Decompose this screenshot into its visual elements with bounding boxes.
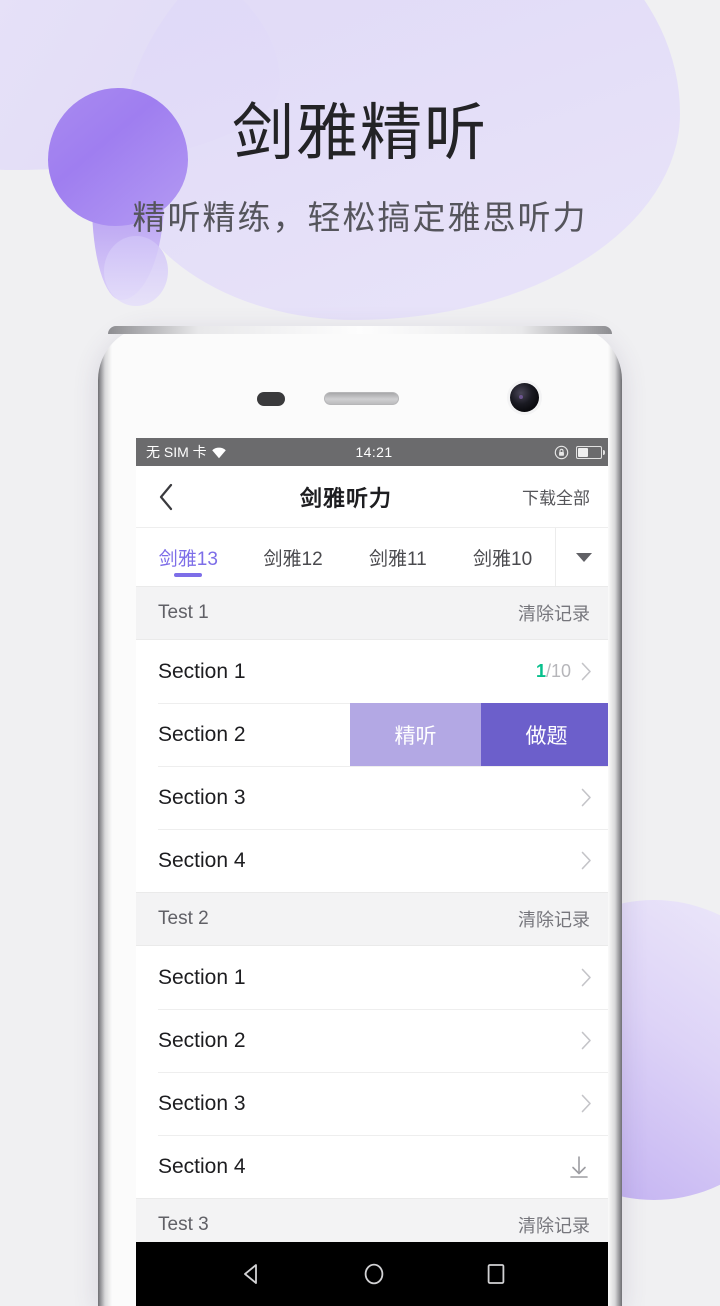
chevron-right-icon (581, 1031, 591, 1050)
clear-record-button[interactable]: 清除记录 (518, 906, 590, 932)
row-label: Section 4 (158, 848, 246, 872)
android-home-icon[interactable] (361, 1261, 387, 1287)
tab-expand-button[interactable] (555, 528, 608, 586)
tab-label: 剑雅10 (473, 548, 533, 570)
tab-label: 剑雅11 (369, 548, 427, 570)
tab-jianya-11[interactable]: 剑雅11 (346, 528, 451, 586)
table-row[interactable]: Section 2 (136, 1009, 608, 1072)
section-list[interactable]: Test 1 清除记录 Section 1 1/10 Section 2 精听 … (136, 586, 608, 1306)
table-row[interactable]: Section 4 (136, 829, 608, 892)
row-accessory (581, 851, 608, 870)
clear-record-button[interactable]: 清除记录 (518, 600, 590, 626)
progress-indicator: 1/10 (536, 661, 571, 682)
wifi-icon (211, 447, 226, 458)
intensive-listening-button[interactable]: 精听 (350, 703, 481, 766)
tab-label: 剑雅12 (263, 548, 323, 570)
row-accessory (581, 1094, 608, 1113)
do-questions-button[interactable]: 做题 (481, 703, 608, 766)
app-header: 剑雅听力 下载全部 (136, 466, 608, 528)
android-navigation-bar (136, 1242, 608, 1306)
table-row[interactable]: Section 1 1/10 (136, 640, 608, 703)
chevron-right-icon (581, 788, 591, 807)
group-title: Test 1 (158, 602, 209, 623)
tab-scroll-container[interactable]: 剑雅13 剑雅12 剑雅11 剑雅10 (136, 528, 555, 586)
phone-device-frame: 无 SIM 卡 14:21 剑雅听力 下载全部 剑雅13 剑雅12 剑雅11 剑… (98, 326, 622, 1306)
download-icon[interactable] (566, 1154, 592, 1180)
android-recents-icon[interactable] (483, 1261, 509, 1287)
status-bar: 无 SIM 卡 14:21 (136, 438, 608, 466)
row-accessory (581, 968, 608, 987)
row-label: Section 4 (158, 1154, 246, 1178)
row-label: Section 1 (158, 965, 246, 989)
hero-subtitle: 精听精练，轻松搞定雅思听力 (132, 198, 588, 238)
progress-total-count: /10 (545, 661, 571, 681)
phone-screen: 无 SIM 卡 14:21 剑雅听力 下载全部 剑雅13 剑雅12 剑雅11 剑… (136, 438, 608, 1306)
clear-record-button[interactable]: 清除记录 (518, 1212, 590, 1238)
back-button[interactable] (158, 483, 198, 511)
battery-icon (576, 445, 606, 459)
back-chevron-icon (159, 483, 173, 510)
table-row[interactable]: Section 1 (136, 946, 608, 1009)
row-swipe-actions: 精听 做题 (350, 703, 608, 766)
blob-shape-droplet-foot (104, 236, 168, 306)
tab-active-underline (174, 573, 203, 577)
earpiece-speaker-icon (324, 392, 399, 405)
phone-front-face: 无 SIM 卡 14:21 剑雅听力 下载全部 剑雅13 剑雅12 剑雅11 剑… (112, 334, 608, 1306)
row-accessory (581, 1031, 608, 1050)
chevron-right-icon (581, 851, 591, 870)
proximity-sensor-icon (257, 392, 285, 406)
tab-strip: 剑雅13 剑雅12 剑雅11 剑雅10 (136, 528, 608, 587)
group-title: Test 2 (158, 908, 209, 929)
page-title: 剑雅听力 (299, 485, 392, 511)
status-bar-right (393, 445, 606, 460)
phone-top-bezel-highlight (108, 326, 612, 334)
android-back-icon[interactable] (239, 1261, 265, 1287)
chevron-right-icon (581, 968, 591, 987)
group-header-test-1: Test 1 清除记录 (136, 586, 608, 640)
battery-level-fill (578, 447, 589, 457)
status-bar-clock: 14:21 (355, 444, 393, 460)
status-bar-left: 无 SIM 卡 (146, 442, 355, 462)
hero-title: 剑雅精听 (231, 96, 488, 169)
row-accessory (581, 788, 608, 807)
tab-label: 剑雅13 (158, 548, 218, 570)
row-label: Section 3 (158, 1091, 246, 1115)
tab-jianya-12[interactable]: 剑雅12 (241, 528, 346, 586)
chevron-right-icon (581, 662, 591, 681)
row-accessory (566, 1154, 608, 1180)
row-label: Section 1 (158, 659, 246, 683)
row-accessory: 1/10 (536, 661, 608, 682)
table-row[interactable]: Section 4 (136, 1135, 608, 1198)
download-all-button[interactable]: 下载全部 (494, 484, 590, 509)
row-label: Section 2 (158, 1028, 246, 1052)
chevron-right-icon (581, 1094, 591, 1113)
tab-jianya-13[interactable]: 剑雅13 (136, 528, 241, 586)
chevron-down-icon (576, 552, 592, 562)
rotation-lock-icon (554, 445, 569, 459)
carrier-label: 无 SIM 卡 (146, 444, 207, 460)
group-header-test-2: Test 2 清除记录 (136, 892, 608, 946)
table-row[interactable]: Section 3 (136, 1072, 608, 1135)
tab-jianya-10[interactable]: 剑雅10 (450, 528, 555, 586)
hero-section: 剑雅精听 精听精练，轻松搞定雅思听力 (0, 96, 720, 239)
table-row[interactable]: Section 3 (136, 766, 608, 829)
table-row[interactable]: Section 2 精听 做题 (136, 703, 608, 766)
row-label: Section 3 (158, 785, 246, 809)
front-camera-icon (510, 383, 539, 412)
group-title: Test 3 (158, 1214, 209, 1235)
progress-done-count: 1 (535, 661, 546, 681)
